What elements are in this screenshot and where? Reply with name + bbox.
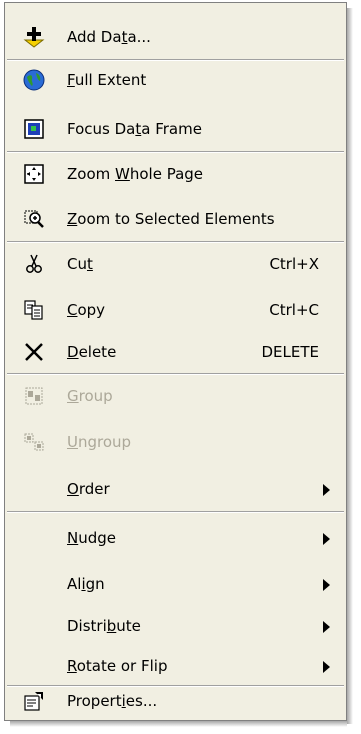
copy-icon (23, 299, 45, 321)
separator (7, 373, 344, 375)
label-text: a Frame (141, 120, 202, 138)
accelerator-key: N (67, 529, 79, 547)
menu-item-label: Properties... (67, 691, 157, 711)
submenu-arrow-icon (323, 484, 330, 496)
label-text: elete (78, 343, 117, 361)
accelerator-key: t (86, 255, 93, 273)
label-text: rder (78, 480, 110, 498)
menu-item-focus-data-frame[interactable]: Focus Data Frame (5, 109, 346, 149)
menu-item-label: Order (67, 479, 110, 499)
label-text: hole Page (129, 165, 204, 183)
add-data-icon (23, 26, 45, 48)
submenu-arrow-icon (323, 661, 330, 673)
submenu-arrow-icon (323, 621, 330, 633)
menu-item-full-extent[interactable]: Full Extent (5, 60, 346, 100)
menu-item-group: Group (5, 376, 346, 416)
accelerator-key: W (115, 165, 130, 183)
menu-item-cut[interactable]: Cut Ctrl+X (5, 244, 346, 284)
accelerator-key: C (67, 301, 78, 319)
menu-item-label: Copy (67, 300, 105, 320)
menu-item-label: Cut (67, 254, 93, 274)
submenu-arrow-icon (323, 579, 330, 591)
label-text: Cu (67, 255, 87, 273)
label-text: Add Da (67, 28, 122, 46)
menu-item-label: Add Data... (67, 27, 151, 47)
menu-item-label: Distribute (67, 616, 141, 636)
separator (7, 151, 344, 153)
accelerator-key: G (67, 387, 79, 405)
menu-item-zoom-whole-page[interactable]: Zoom Whole Page (5, 154, 346, 194)
menu-item-ungroup: Ungroup (5, 422, 346, 462)
delete-shortcut: DELETE (261, 343, 319, 361)
zoom-selected-icon (23, 208, 45, 230)
label-text: roup (78, 387, 113, 405)
menu-item-label: Delete (67, 342, 116, 362)
label-text: gn (85, 575, 105, 593)
label-text: Distri (67, 617, 107, 635)
accelerator-key: Z (67, 210, 78, 228)
accelerator-key: U (67, 433, 78, 451)
menu-item-distribute[interactable]: Distribute (5, 606, 346, 646)
menu-item-copy[interactable]: Copy Ctrl+C (5, 290, 346, 330)
menu-item-label: Zoom Whole Page (67, 164, 203, 184)
menu-item-rotate-flip[interactable]: Rotate or Flip (5, 646, 346, 686)
label-text: oom to Selected Elements (77, 210, 275, 228)
accelerator-key: b (106, 617, 117, 635)
label-text: opy (77, 301, 106, 319)
menu-item-label: Full Extent (67, 70, 146, 90)
menu-item-order[interactable]: Order (5, 469, 346, 509)
menu-item-align[interactable]: Align (5, 564, 346, 604)
menu-item-label: Rotate or Flip (67, 656, 167, 676)
label-text: Focus Da (67, 120, 136, 138)
label-text: ute (116, 617, 141, 635)
label-text: ngroup (77, 433, 132, 451)
globe-icon (23, 69, 45, 91)
menu-item-label: Nudge (67, 528, 116, 548)
menu-item-label: Ungroup (67, 432, 131, 452)
label-text: otate or Flip (76, 657, 168, 675)
accelerator-key: O (67, 480, 79, 498)
separator (7, 241, 344, 243)
label-text: ull Extent (74, 71, 147, 89)
label-text: udge (78, 529, 117, 547)
label-text: a... (127, 28, 151, 46)
menu-item-properties[interactable]: Properties... (5, 681, 346, 721)
menu-item-nudge[interactable]: Nudge (5, 518, 346, 558)
scissors-icon (23, 253, 45, 275)
accelerator-key: D (67, 343, 79, 361)
zoom-whole-page-icon (23, 163, 45, 185)
separator (7, 511, 344, 513)
menu-shadow-bottom (10, 721, 347, 727)
accelerator-key: R (67, 657, 77, 675)
data-frame-icon (23, 118, 45, 140)
accelerator-key: F (67, 71, 75, 89)
label-text: Zoom (67, 165, 116, 183)
delete-x-icon (23, 341, 45, 363)
menu-item-add-data[interactable]: Add Data... (5, 17, 346, 57)
menu-item-zoom-selected[interactable]: Zoom to Selected Elements (5, 199, 346, 239)
context-menu: Add Data... Full Extent Focus Data Frame (4, 2, 347, 721)
label-text: es... (125, 692, 158, 710)
menu-item-delete[interactable]: Delete DELETE (5, 332, 346, 372)
menu-item-label: Group (67, 386, 113, 406)
label-text: Al (67, 575, 82, 593)
menu-item-label: Zoom to Selected Elements (67, 209, 275, 229)
ungroup-icon (23, 431, 45, 453)
menu-shadow-right (347, 8, 353, 724)
copy-shortcut: Ctrl+C (269, 301, 319, 319)
menu-item-label: Align (67, 574, 105, 594)
properties-icon (23, 690, 45, 712)
label-text: Propert (67, 692, 122, 710)
menu-item-label: Focus Data Frame (67, 119, 202, 139)
cut-shortcut: Ctrl+X (269, 255, 319, 273)
submenu-arrow-icon (323, 533, 330, 545)
group-icon (23, 385, 45, 407)
